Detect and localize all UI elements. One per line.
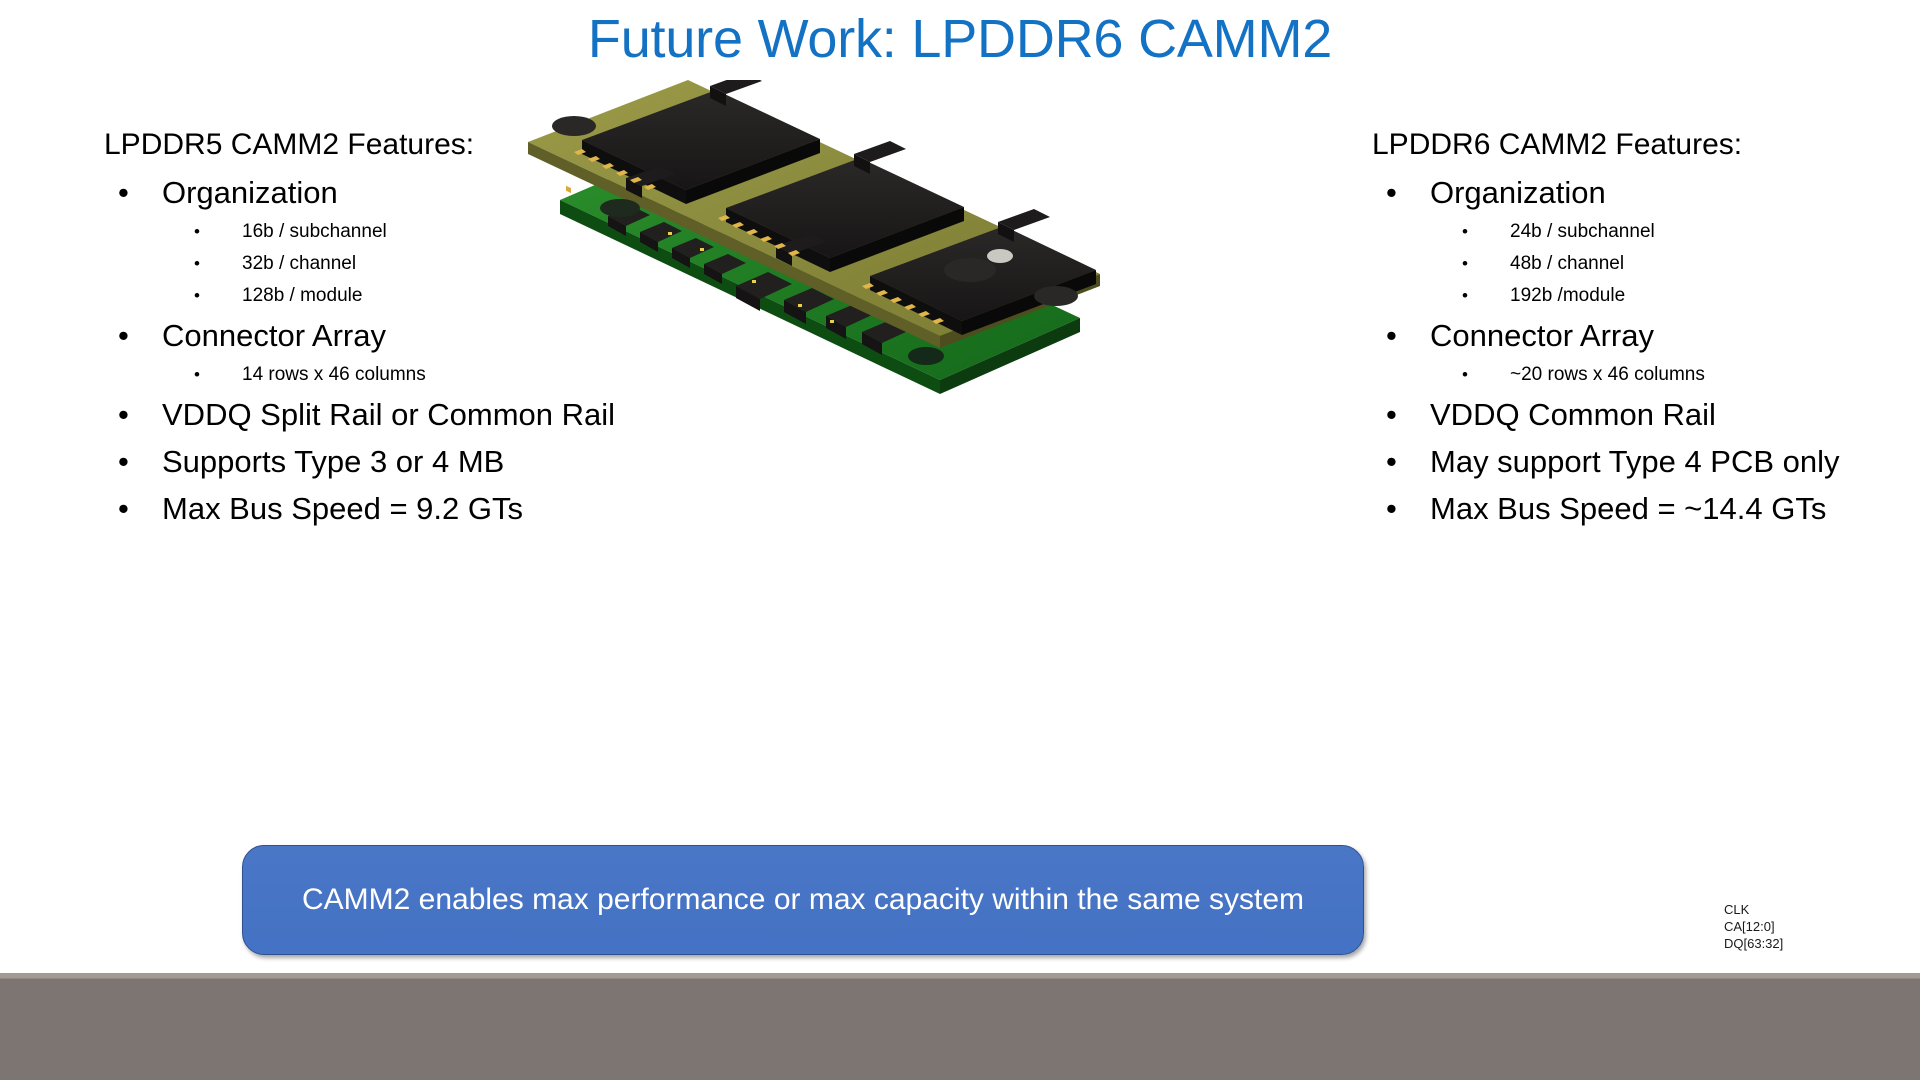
bullet-glyph-icon: • [1386, 175, 1397, 210]
sub-bullet-label: 128b / module [242, 285, 363, 306]
signal-label-group: CLK CA[12:0] DQ[63:32] [1724, 901, 1783, 952]
list-item: • 48b / channel [1430, 248, 1920, 280]
bullet-glyph-icon: • [194, 286, 200, 305]
signal-label-dq: DQ[63:32] [1724, 936, 1784, 951]
bullet-glyph-icon: • [194, 222, 200, 241]
bullet-label: Supports Type 3 or 4 MB [162, 444, 505, 479]
bullet-label: Max Bus Speed = ~14.4 GTs [1430, 491, 1827, 526]
list-item: • Max Bus Speed = 9.2 GTs [104, 485, 744, 532]
bullet-label: VDDQ Common Rail [1430, 397, 1716, 432]
bullet-glyph-icon: • [1462, 286, 1468, 305]
sub-bullet-label: 16b / subchannel [242, 221, 387, 242]
bullet-glyph-icon: • [1386, 444, 1397, 479]
list-item: • ~20 rows x 46 columns [1430, 359, 1920, 391]
bullet-glyph-icon: • [194, 365, 200, 384]
signal-label-ca: CA[12:0] [1724, 919, 1775, 934]
list-item: • May support Type 4 PCB only [1372, 438, 1920, 485]
list-item: • Supports Type 3 or 4 MB [104, 438, 744, 485]
list-item: • Connector Array • ~20 rows x 46 column… [1372, 312, 1920, 391]
right-bullet-list: • Organization • 24b / subchannel • 48b … [1372, 169, 1920, 532]
footer-bar: JEDEC ® [0, 973, 1920, 1080]
bullet-glyph-icon: • [118, 397, 129, 432]
list-item: • Max Bus Speed = ~14.4 GTs [1372, 485, 1920, 532]
signal-label-clk: CLK [1724, 902, 1750, 917]
callout-text: CAMM2 enables max performance or max cap… [301, 883, 1305, 916]
sub-bullet-label: 32b / channel [242, 253, 357, 274]
camm2-3d-illustration [528, 73, 1100, 394]
bullet-label: Connector Array [1430, 318, 1654, 353]
right-sublist-0: • 24b / subchannel • 48b / channel • 192… [1430, 216, 1920, 312]
bullet-glyph-icon: • [1386, 491, 1397, 526]
bullet-glyph-icon: • [1462, 365, 1468, 384]
page-title: Future Work: LPDDR6 CAMM2 [587, 9, 1333, 69]
right-sublist-1: • ~20 rows x 46 columns [1430, 359, 1920, 391]
list-item: • VDDQ Common Rail [1372, 391, 1920, 438]
right-feature-column: LPDDR6 CAMM2 Features: • Organization • … [1372, 128, 1920, 532]
sub-bullet-label: 24b / subchannel [1510, 221, 1655, 242]
bullet-glyph-icon: • [1386, 397, 1397, 432]
bullet-glyph-icon: • [1386, 318, 1397, 353]
callout-box: CAMM2 enables max performance or max cap… [242, 845, 1364, 955]
bullet-label: Organization [1430, 175, 1606, 210]
bullet-glyph-icon: • [118, 175, 129, 210]
sub-bullet-label: 192b /module [1510, 285, 1626, 306]
sub-bullet-label: 14 rows x 46 columns [242, 364, 426, 385]
bullet-label: Connector Array [162, 318, 386, 353]
list-item: • 24b / subchannel [1430, 216, 1920, 248]
slide-root: Future Work: LPDDR6 CAMM2 LPDDR5 CAMM2 F… [0, 0, 1920, 1080]
right-column-heading: LPDDR6 CAMM2 Features: [1372, 128, 1743, 161]
bullet-label: May support Type 4 PCB only [1430, 444, 1840, 479]
bullet-glyph-icon: • [194, 254, 200, 273]
list-item: • 192b /module [1430, 280, 1920, 312]
bullet-label: Organization [162, 175, 338, 210]
bullet-glyph-icon: • [1462, 222, 1468, 241]
sub-bullet-label: ~20 rows x 46 columns [1510, 364, 1705, 385]
sub-bullet-label: 48b / channel [1510, 253, 1625, 274]
bullet-glyph-icon: • [118, 444, 129, 479]
bullet-glyph-icon: • [118, 318, 129, 353]
camm2-module-render [500, 73, 1140, 420]
bullet-glyph-icon: • [1462, 254, 1468, 273]
bullet-glyph-icon: • [118, 491, 129, 526]
bullet-label: Max Bus Speed = 9.2 GTs [162, 491, 523, 526]
list-item: • Organization • 24b / subchannel • 48b … [1372, 169, 1920, 312]
